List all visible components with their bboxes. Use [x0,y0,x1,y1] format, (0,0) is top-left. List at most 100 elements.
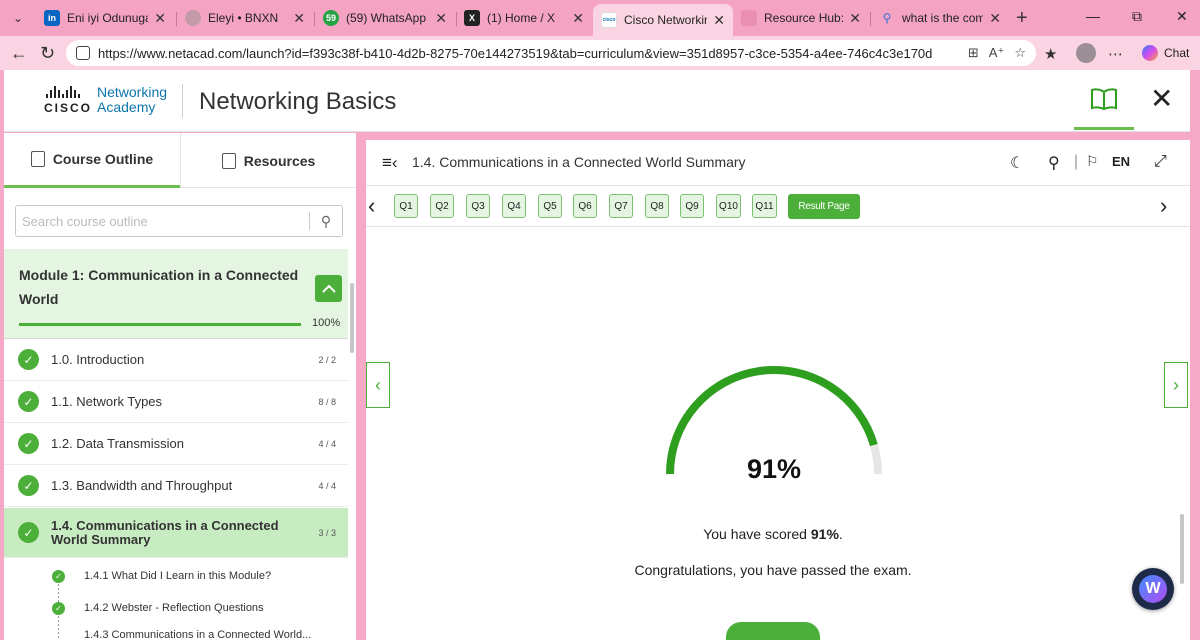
sub-item-label: 1.4.3 Communications in a Connected Worl… [84,629,312,640]
score-text-value: 91% [810,526,839,542]
course-book-button[interactable] [1074,70,1134,130]
sidebar-scrollbar[interactable] [350,283,354,353]
question-button[interactable]: Q5 [538,194,562,218]
module-card[interactable]: Module 1: Communication in a Connected W… [4,249,348,339]
brand-line-2: Academy [97,99,156,115]
module-progress-fill [19,323,301,326]
outline-item-bandwidth[interactable]: ✓ 1.3. Bandwidth and Throughput 4 / 4 [4,465,348,507]
question-button[interactable]: Q10 [716,194,741,218]
search-icon[interactable]: ⚲ [310,213,342,230]
restore-icon[interactable]: ⧉ [1132,8,1142,25]
tab-resources[interactable]: Resources [181,133,356,188]
sub-item-reflection[interactable]: ✓ 1.4.2 Webster - Reflection Questions [4,592,348,624]
address-bar-row: ← ↻ https://www.netacad.com/launch?id=f3… [0,36,1200,70]
outline-item-count: 8 / 8 [318,396,336,407]
previous-page-button[interactable]: ‹ [366,362,390,408]
question-button[interactable]: Q2 [430,194,454,218]
tab-course-outline-label: Course Outline [52,151,154,167]
module-progress-bar [19,323,301,326]
sub-item-quiz[interactable]: 1.4.3 Communications in a Connected Worl… [4,623,348,640]
module-title: Module 1: Communication in a Connected W… [19,267,299,307]
outline-item-summary[interactable]: ✓ 1.4. Communications in a Connected Wor… [4,508,348,558]
browser-tab-cisco[interactable]: cisco Cisco Networking A ✕ [593,4,733,36]
browser-tab-x[interactable]: X (1) Home / X ✕ [456,4,592,32]
browser-tab-bnxn[interactable]: Eleyi • BNXN ✕ [177,4,313,32]
question-button[interactable]: Q1 [394,194,418,218]
lesson-title: 1.4. Communications in a Connected World… [412,154,746,170]
lesson-header: ≡‹ 1.4. Communications in a Connected Wo… [366,140,1190,186]
profile-avatar[interactable] [1076,43,1096,63]
question-button[interactable]: Q6 [573,194,597,218]
app-header: CISCO Networking Academy Networking Basi… [4,70,1190,132]
whatsapp-icon: 59 [323,10,339,26]
browser-tab-whatsapp[interactable]: 59 (59) WhatsApp ✕ [315,4,455,32]
browser-tab-search[interactable]: ⚲ what is the commu ✕ [871,4,1009,32]
app-available-icon[interactable]: ⊞ [968,45,979,61]
refresh-icon[interactable]: ↻ [40,43,55,64]
close-tab-icon[interactable]: ✕ [293,10,305,27]
new-tab-icon[interactable]: + [1016,7,1028,30]
outline-item-label: 1.4. Communications in a Connected World… [51,517,279,547]
complete-check-icon: ✓ [18,522,39,543]
close-tab-icon[interactable]: ✕ [154,10,166,27]
copilot-chat-button[interactable]: Chat [1138,40,1194,66]
tab-title: Eleyi • BNXN [208,11,279,25]
read-aloud-icon[interactable]: A⁺ [989,45,1005,61]
collapse-module-button[interactable] [315,275,342,302]
outline-item-network-types[interactable]: ✓ 1.1. Network Types 8 / 8 [4,381,348,423]
outline-item-data-transmission[interactable]: ✓ 1.2. Data Transmission 4 / 4 [4,423,348,465]
site-info-icon[interactable] [76,46,90,60]
question-button[interactable]: Q4 [502,194,526,218]
search-icon[interactable]: ⚲ [1048,153,1060,173]
outline-item-count: 4 / 4 [318,438,336,449]
more-options-icon[interactable]: ⋯ [1108,45,1123,63]
outline-item-label: 1.2. Data Transmission [51,436,184,451]
fullscreen-icon[interactable]: ⤢ [1154,153,1167,171]
continue-button[interactable] [726,622,820,640]
search-input[interactable] [16,206,309,236]
close-tab-icon[interactable]: ✕ [435,10,447,27]
close-tab-icon[interactable]: ✕ [572,10,584,27]
content-scrollbar[interactable] [1180,514,1184,584]
outline-item-count: 4 / 4 [318,480,336,491]
copilot-icon [1142,45,1158,61]
dark-mode-icon[interactable]: ☾ [1010,153,1024,173]
chevron-left-icon[interactable]: ‹ [368,193,375,219]
tab-course-outline[interactable]: Course Outline [4,133,180,188]
module-progress-label: 100% [312,317,341,329]
result-page-button[interactable]: Result Page [788,194,860,219]
minimize-icon[interactable]: — [1086,8,1100,24]
congratulations-message: Congratulations, you have passed the exa… [634,562,912,578]
close-course-icon[interactable]: ✕ [1150,84,1173,114]
outline-item-introduction[interactable]: ✓ 1.0. Introduction 2 / 2 [4,339,348,381]
browser-tab-resource-hub[interactable]: Resource Hub: Get ✕ [733,4,869,32]
browser-tab-bar: ⌄ in Eni iyi Odunuga | Li ✕ Eleyi • BNXN… [0,0,1200,36]
favorites-icon[interactable]: ★ [1044,45,1057,63]
chevron-right-icon[interactable]: › [1160,193,1167,219]
cisco-favicon-icon: cisco [601,12,617,28]
tab-actions-menu-icon[interactable]: ⌄ [6,7,30,29]
next-page-button[interactable]: › [1164,362,1188,408]
url-text[interactable]: https://www.netacad.com/launch?id=f393c3… [98,46,968,61]
language-selector[interactable]: EN [1112,154,1130,169]
close-tab-icon[interactable]: ✕ [989,10,1001,27]
toggle-outline-icon[interactable]: ≡‹ [382,153,398,173]
question-button[interactable]: Q8 [645,194,669,218]
url-field[interactable]: https://www.netacad.com/launch?id=f393c3… [66,40,1036,66]
sub-item-what-did-i-learn[interactable]: ✓ 1.4.1 What Did I Learn in this Module? [4,560,348,592]
back-icon[interactable]: ← [10,43,28,64]
favorite-star-icon[interactable]: ☆ [1014,45,1026,61]
question-button[interactable]: Q3 [466,194,490,218]
window-close-icon[interactable]: ✕ [1176,8,1188,25]
close-tab-icon[interactable]: ✕ [849,10,861,27]
complete-check-icon: ✓ [18,475,39,496]
cisco-wordmark: CISCO [44,101,93,115]
question-button[interactable]: Q11 [752,194,777,218]
translate-icon[interactable]: ⚐ [1086,153,1099,170]
score-percentage: 91% [746,454,802,484]
question-button[interactable]: Q7 [609,194,633,218]
assistant-launcher-button[interactable]: W [1132,568,1174,610]
question-button[interactable]: Q9 [680,194,704,218]
browser-tab-linkedin[interactable]: in Eni iyi Odunuga | Li ✕ [36,4,174,32]
close-tab-icon[interactable]: ✕ [713,12,725,29]
